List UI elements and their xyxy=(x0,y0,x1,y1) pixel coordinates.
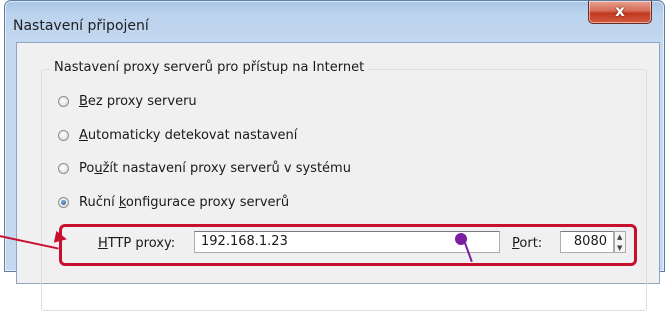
option-label: Bez proxy serveru xyxy=(79,94,197,109)
group-legend: Nastavení proxy serverů pro přístup na I… xyxy=(50,60,369,75)
close-icon: x xyxy=(615,2,625,20)
close-button[interactable]: x xyxy=(588,1,652,24)
radio-indicator[interactable] xyxy=(58,163,69,174)
option-label: Použít nastavení proxy serverů v systému xyxy=(79,161,351,176)
radio-indicator-checked[interactable] xyxy=(58,197,69,208)
option-label: Automaticky detekovat nastavení xyxy=(79,128,298,143)
radio-indicator[interactable] xyxy=(58,130,69,141)
window-title: Nastavení připojení xyxy=(13,18,149,34)
radio-system-proxy[interactable]: Použít nastavení proxy serverů v systému xyxy=(58,161,351,176)
radio-no-proxy[interactable]: Bez proxy serveru xyxy=(58,94,197,109)
radio-indicator[interactable] xyxy=(58,96,69,107)
option-label: Ruční konfigurace proxy serverů xyxy=(79,195,290,210)
annotation-arrow-head xyxy=(53,230,69,246)
radio-auto-detect[interactable]: Automaticky detekovat nastavení xyxy=(58,128,297,143)
annotation-highlight-box xyxy=(59,224,637,266)
radio-manual-config[interactable]: Ruční konfigurace proxy serverů xyxy=(58,195,289,210)
